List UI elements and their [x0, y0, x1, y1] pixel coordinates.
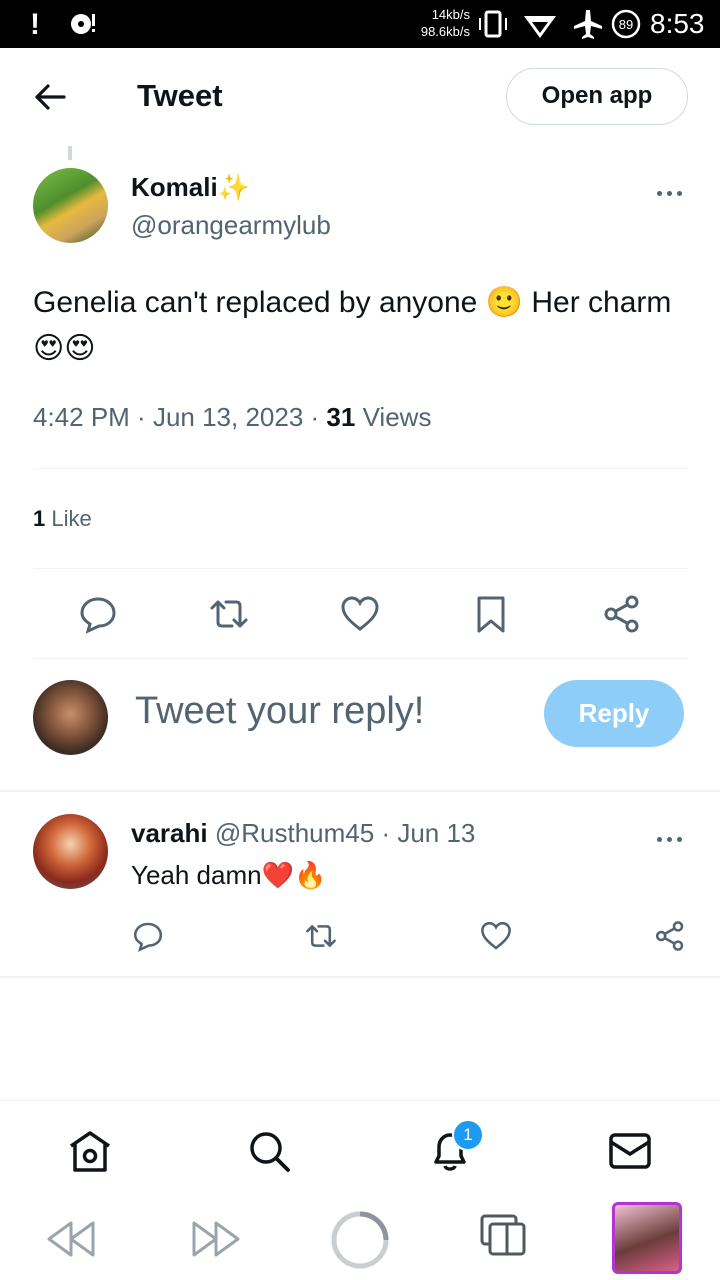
network-speed: 14kb/s 98.6kb/s — [420, 7, 470, 39]
search-icon[interactable] — [246, 1128, 292, 1174]
reply-icon[interactable] — [78, 594, 118, 634]
rewind-icon[interactable] — [45, 1218, 97, 1260]
media-disc-icon — [71, 14, 95, 34]
likes-summary[interactable]: 1 Like — [33, 506, 92, 532]
retweet-icon[interactable] — [209, 594, 249, 634]
reply-more-options-icon[interactable] — [657, 829, 689, 842]
airplane-icon — [574, 10, 602, 39]
page-title: Tweet — [137, 78, 223, 113]
tweet-text: Genelia can't replaced by anyone 🙂 Her c… — [33, 286, 672, 365]
author-handle[interactable]: @orangearmylub — [131, 210, 331, 241]
sparkles-emoji: ✨ — [217, 172, 251, 202]
my-avatar — [33, 680, 108, 755]
divider — [0, 976, 720, 978]
reply-reply-icon[interactable] — [132, 920, 164, 952]
home-circle-icon[interactable] — [330, 1210, 390, 1270]
reply-input[interactable]: Tweet your reply! — [135, 690, 424, 733]
divider — [33, 658, 688, 659]
tabs-switcher-icon[interactable] — [478, 1212, 528, 1258]
home-icon[interactable] — [67, 1128, 113, 1174]
reply-like-icon[interactable] — [480, 920, 512, 952]
divider — [33, 568, 688, 569]
tweet-date: Jun 13, 2023 — [152, 402, 304, 432]
reply-handle: @Rusthum45 — [214, 818, 375, 848]
fast-forward-icon[interactable] — [190, 1218, 242, 1260]
like-heart-icon[interactable] — [340, 594, 380, 634]
status-bar: ! 14kb/s 98.6kb/s 89 8:53 — [0, 0, 720, 48]
status-icons: 89 — [479, 9, 641, 39]
bookmark-icon[interactable] — [471, 594, 511, 634]
open-app-button[interactable]: Open app — [506, 68, 688, 125]
reply-date: Jun 13 — [397, 818, 476, 848]
views-label: Views — [362, 402, 432, 432]
battery-icon: 89 — [611, 9, 641, 39]
clock: 8:53 — [650, 8, 705, 39]
author-avatar[interactable] — [33, 168, 108, 243]
reply-text: Yeah damn❤️🔥 — [131, 860, 327, 890]
views-count: 31 — [326, 402, 356, 432]
share-icon[interactable] — [602, 594, 642, 634]
wifi-icon — [524, 16, 556, 38]
reply-avatar[interactable] — [33, 814, 108, 889]
reply-button[interactable]: Reply — [544, 680, 684, 747]
author-name[interactable]: Komali✨ — [131, 172, 250, 203]
reply-share-icon[interactable] — [654, 920, 686, 952]
likes-label: Like — [51, 506, 92, 531]
svg-text:89: 89 — [619, 17, 633, 32]
divider — [0, 790, 720, 792]
back-arrow-icon[interactable] — [34, 82, 66, 112]
reply-author-name: varahi — [131, 818, 208, 848]
likes-count: 1 — [33, 506, 46, 531]
reply-header: varahi @Rusthum45 · Jun 13 — [131, 818, 476, 848]
tweet-meta: 4:42 PM · Jun 13, 2023 · 31 Views — [33, 402, 432, 432]
messages-envelope-icon[interactable] — [607, 1128, 653, 1174]
divider — [33, 468, 688, 469]
reply-retweet-icon[interactable] — [305, 920, 337, 952]
vibrate-icon — [479, 10, 507, 38]
thread-line — [68, 146, 72, 160]
notification-badge: 1 — [452, 1119, 484, 1151]
more-options-icon[interactable] — [657, 183, 689, 196]
alert-icon: ! — [30, 8, 40, 41]
app-thumbnail[interactable] — [612, 1202, 682, 1274]
tweet-time: 4:42 PM — [33, 402, 130, 432]
